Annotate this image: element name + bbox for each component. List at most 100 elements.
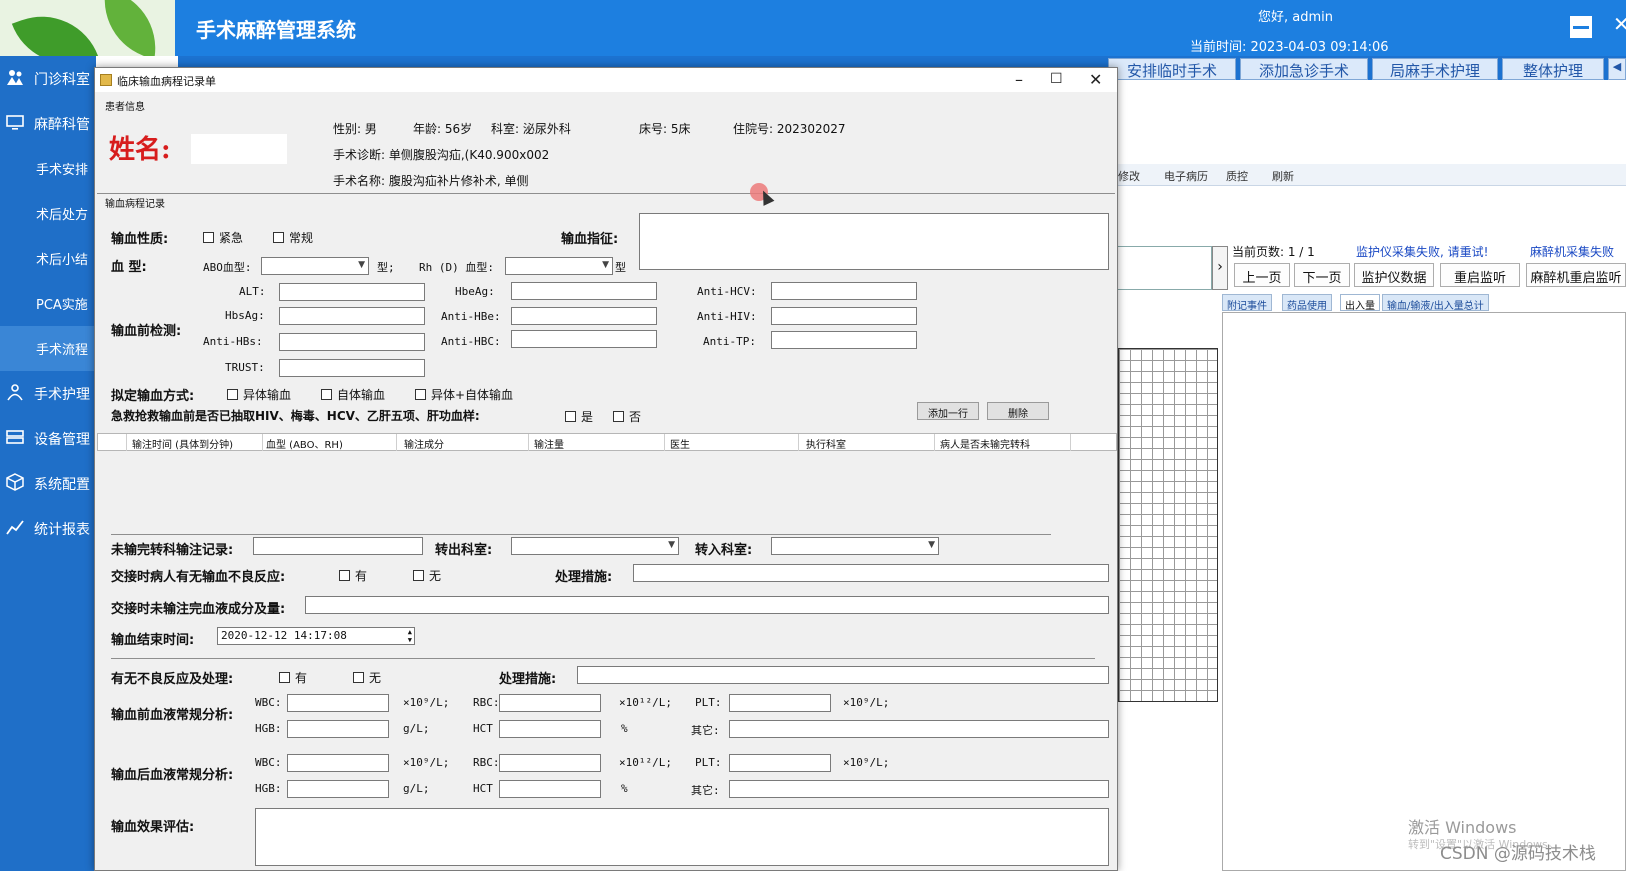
- sidebar-item-pca[interactable]: PCA实施: [0, 281, 96, 326]
- post-rbc-input[interactable]: [499, 754, 601, 772]
- out-dept-select[interactable]: ▼: [511, 537, 679, 555]
- minimize-button[interactable]: [1570, 16, 1592, 38]
- transfusion-table-header: 输注时间 (具体到分钟) 血型 (ABO、RH) 输注成分 输注量 医生 执行科…: [97, 433, 1117, 451]
- adverse-no-checkbox[interactable]: 无: [353, 669, 381, 686]
- pre-hgb-input[interactable]: [287, 720, 389, 738]
- tab-local-anesthesia-nursing[interactable]: 局麻手术护理: [1372, 58, 1498, 80]
- antihcv-input[interactable]: [771, 282, 917, 300]
- patient-group-label: 患者信息: [105, 102, 145, 113]
- subtab-totals[interactable]: 输血/输液/出入量总计: [1382, 294, 1489, 312]
- autologous-checkbox[interactable]: 自体输血: [321, 386, 385, 403]
- post-other-input[interactable]: [729, 780, 1109, 798]
- handover-yes-checkbox[interactable]: 有: [339, 567, 367, 584]
- end-time-picker[interactable]: 2020-12-12 14:17:08 ▲ ▼: [217, 627, 415, 645]
- post-cbc-label: 输血后血液常规分析:: [111, 768, 234, 783]
- adverse-measures-input[interactable]: [577, 666, 1109, 684]
- urgent-checkbox[interactable]: 紧急: [203, 229, 243, 246]
- adverse-label: 有无不良反应及处理:: [111, 672, 234, 687]
- antitp-input[interactable]: [771, 331, 917, 349]
- form-icon: [100, 74, 112, 86]
- sidebar-item-nursing[interactable]: 手术护理: [0, 371, 96, 416]
- device-icon: [6, 428, 24, 446]
- pre-other-input[interactable]: [729, 720, 1109, 738]
- post-hgb-input[interactable]: [287, 780, 389, 798]
- tab-holistic-nursing[interactable]: 整体护理: [1502, 58, 1604, 80]
- emergency-yes-checkbox[interactable]: 是: [565, 408, 593, 425]
- sidebar-item-reports[interactable]: 统计报表: [0, 506, 96, 551]
- column-header[interactable]: 输注成分: [404, 436, 444, 451]
- trust-input[interactable]: [279, 359, 425, 377]
- handover-no-checkbox[interactable]: 无: [413, 567, 441, 584]
- tab-scroll-arrow[interactable]: ◀: [1608, 58, 1626, 80]
- dialog-close-button[interactable]: ✕: [1089, 70, 1102, 89]
- edit-tool[interactable]: 修改: [1118, 168, 1140, 184]
- post-wbc-input[interactable]: [287, 754, 389, 772]
- antihbc-input[interactable]: [511, 330, 657, 348]
- sidebar-item-postop-prescription[interactable]: 术后处方: [0, 191, 96, 236]
- pre-wbc-input[interactable]: [287, 694, 389, 712]
- transfer-record-input[interactable]: [253, 537, 423, 555]
- hbeag-input[interactable]: [511, 282, 657, 300]
- sidebar-item-postop-summary[interactable]: 术后小结: [0, 236, 96, 281]
- refresh-tool[interactable]: 刷新: [1272, 168, 1294, 184]
- subtab-io[interactable]: 出入量: [1340, 294, 1380, 312]
- prev-page-button[interactable]: 上一页: [1234, 263, 1290, 287]
- column-header[interactable]: 输注量: [534, 436, 564, 451]
- add-row-button[interactable]: 添加一行: [917, 402, 979, 420]
- column-header[interactable]: 医生: [670, 436, 690, 451]
- mixed-checkbox[interactable]: 异体+自体输血: [415, 386, 513, 403]
- rh-select[interactable]: ▼: [505, 257, 613, 275]
- adverse-yes-checkbox[interactable]: 有: [279, 669, 307, 686]
- column-header[interactable]: 血型 (ABO、RH): [266, 436, 343, 451]
- sidebar-item-devices[interactable]: 设备管理: [0, 416, 96, 461]
- routine-checkbox[interactable]: 常规: [273, 229, 313, 246]
- abo-select[interactable]: ▼: [261, 257, 369, 275]
- effect-eval-input[interactable]: [255, 808, 1109, 866]
- hbsag-input[interactable]: [279, 307, 425, 325]
- anesthesia-restart-button[interactable]: 麻醉机重启监听: [1526, 263, 1626, 287]
- delete-button[interactable]: 删除: [987, 402, 1049, 420]
- sidebar-item-anesthesia[interactable]: 麻醉科管: [0, 101, 96, 146]
- antihbs-input[interactable]: [279, 333, 425, 351]
- column-header[interactable]: 输注时间 (具体到分钟): [132, 436, 233, 451]
- dialog-maximize-button[interactable]: ☐: [1050, 71, 1063, 87]
- subtab-drugs[interactable]: 药品使用: [1282, 294, 1332, 312]
- alt-label: ALT:: [239, 285, 266, 298]
- transfusion-record-dialog: 临床输血病程记录单 – ☐ ✕ 患者信息 姓名: 性别: 男 年龄: 56岁 科…: [94, 67, 1118, 871]
- sidebar-item-surgery-schedule[interactable]: 手术安排: [0, 146, 96, 191]
- qc-tool[interactable]: 质控: [1226, 168, 1248, 184]
- emergency-no-checkbox[interactable]: 否: [613, 408, 641, 425]
- chevron-right-icon[interactable]: ›: [1212, 246, 1228, 290]
- in-dept-select[interactable]: ▼: [771, 537, 939, 555]
- pre-rbc-input[interactable]: [499, 694, 601, 712]
- tab-emergency-surgery[interactable]: 添加急诊手术: [1240, 58, 1368, 80]
- allogeneic-checkbox[interactable]: 异体输血: [227, 386, 291, 403]
- tab-temp-surgery[interactable]: 安排临时手术: [1108, 58, 1236, 80]
- restart-listen-button[interactable]: 重启监听: [1440, 263, 1520, 287]
- indication-input[interactable]: [639, 213, 1109, 270]
- column-header[interactable]: 病人是否未输完转科: [940, 436, 1030, 451]
- dialog-minimize-button[interactable]: –: [1015, 70, 1023, 89]
- sidebar-item-outpatient[interactable]: 门诊科室: [0, 56, 96, 101]
- alt-input[interactable]: [279, 283, 425, 301]
- antihcv-label: Anti-HCV:: [697, 285, 757, 298]
- column-header[interactable]: 执行科室: [806, 436, 846, 451]
- antihbe-input[interactable]: [511, 307, 657, 325]
- antihiv-input[interactable]: [771, 307, 917, 325]
- sidebar-item-config[interactable]: 系统配置: [0, 461, 96, 506]
- subtab-events[interactable]: 附记事件: [1222, 294, 1272, 312]
- sidebar-item-surgery-flow[interactable]: 手术流程: [0, 326, 96, 371]
- handover-measures-input[interactable]: [633, 564, 1109, 582]
- pre-plt-input[interactable]: [729, 694, 831, 712]
- next-page-button[interactable]: 下一页: [1294, 263, 1350, 287]
- wbc-unit: ×10⁹/L;: [403, 696, 450, 709]
- close-app-button[interactable]: ✕: [1613, 12, 1626, 36]
- spinner-icon[interactable]: ▲ ▼: [408, 628, 412, 644]
- rbc-unit: ×10¹²/L;: [619, 696, 672, 709]
- remaining-input[interactable]: [305, 596, 1109, 614]
- post-plt-input[interactable]: [729, 754, 831, 772]
- emr-tool[interactable]: 电子病历: [1164, 168, 1208, 184]
- pre-hct-input[interactable]: [499, 720, 601, 738]
- monitor-data-button[interactable]: 监护仪数据: [1354, 263, 1434, 287]
- post-hct-input[interactable]: [499, 780, 601, 798]
